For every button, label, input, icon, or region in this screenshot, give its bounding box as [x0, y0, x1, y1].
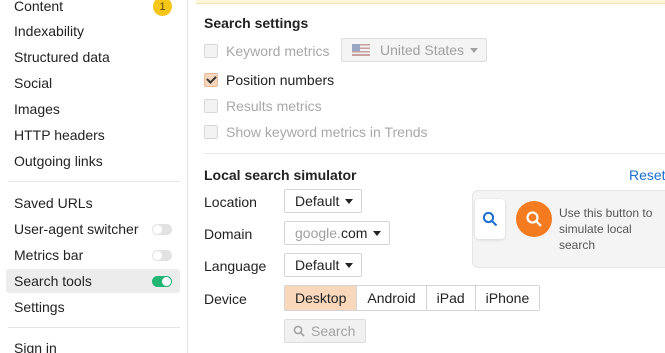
notice-strip: [196, 0, 665, 4]
trends-metrics-option[interactable]: Show keyword metrics in Trends: [204, 124, 428, 140]
section-divider: [204, 153, 665, 154]
search-hint-text: Use this button to simulate local search: [559, 206, 653, 252]
domain-label: Domain: [204, 226, 253, 242]
keyword-metrics-option[interactable]: Keyword metrics: [204, 43, 329, 59]
keyword-metrics-label: Keyword metrics: [226, 43, 330, 59]
sidebar-item-outgoing-links[interactable]: Outgoing links: [6, 149, 180, 173]
metrics-bar-toggle[interactable]: [152, 250, 172, 261]
location-dropdown[interactable]: Default: [284, 189, 363, 213]
sidebar-item-label: Indexability: [14, 23, 85, 39]
sidebar-item-content[interactable]: Content 1: [6, 0, 180, 18]
sidebar-item-label: HTTP headers: [14, 127, 105, 143]
results-metrics-checkbox[interactable]: [204, 99, 218, 113]
language-value: Default: [295, 257, 340, 273]
results-metrics-option[interactable]: Results metrics: [204, 98, 322, 114]
location-label: Location: [204, 194, 257, 210]
results-metrics-label: Results metrics: [226, 98, 322, 114]
sidebar-item-saved-urls[interactable]: Saved URLs: [6, 191, 180, 215]
sidebar-item-label: Social: [14, 75, 53, 91]
sidebar-item-search-tools[interactable]: Search tools: [6, 269, 180, 293]
location-value: Default: [295, 193, 340, 209]
sidebar-item-label: Sign in: [14, 340, 57, 353]
sidebar-item-indexability[interactable]: Indexability: [6, 19, 180, 43]
sidebar-item-user-agent-switcher[interactable]: User-agent switcher: [6, 217, 180, 241]
sidebar-item-settings[interactable]: Settings: [6, 295, 180, 319]
search-settings-title: Search settings: [204, 15, 309, 31]
position-numbers-option[interactable]: Position numbers: [204, 72, 334, 88]
device-option-android[interactable]: Android: [357, 286, 427, 310]
country-select-value: United States: [380, 42, 465, 58]
chevron-down-icon: [345, 262, 354, 268]
sidebar-item-label: Metrics bar: [14, 247, 84, 263]
position-numbers-checkbox[interactable]: [204, 73, 218, 87]
trends-metrics-label: Show keyword metrics in Trends: [226, 124, 428, 140]
search-icon: [482, 211, 498, 227]
search-button[interactable]: Search: [284, 319, 366, 343]
sidebar-item-label: Structured data: [14, 49, 110, 65]
device-label: Device: [204, 291, 247, 307]
device-option-iphone[interactable]: iPhone: [475, 286, 540, 310]
search-tool-button[interactable]: [516, 201, 552, 237]
device-selector: Desktop Android iPad iPhone: [284, 285, 541, 311]
device-option-desktop[interactable]: Desktop: [285, 286, 358, 310]
sidebar-item-label: Saved URLs: [14, 195, 93, 211]
user-agent-switcher-toggle[interactable]: [152, 224, 172, 235]
count-badge: 1: [153, 0, 172, 16]
language-dropdown[interactable]: Default: [284, 253, 363, 277]
device-option-ipad[interactable]: iPad: [426, 286, 476, 310]
language-label: Language: [204, 258, 267, 274]
search-icon: [293, 325, 305, 337]
country-select[interactable]: United States: [341, 38, 487, 62]
sidebar-divider: [8, 327, 180, 328]
search-tools-toggle[interactable]: [152, 276, 172, 287]
sidebar-item-metrics-bar[interactable]: Metrics bar: [6, 243, 180, 267]
sidebar-divider: [8, 181, 180, 182]
sidebar: Content 1 Indexability Structured data S…: [0, 0, 188, 353]
sidebar-item-label: User-agent switcher: [14, 221, 139, 237]
domain-dropdown[interactable]: google. com: [284, 221, 391, 245]
us-flag-icon: [352, 44, 370, 56]
sidebar-item-label: Outgoing links: [14, 153, 103, 169]
sidebar-item-label: Content: [14, 0, 64, 14]
sidebar-item-sign-in[interactable]: Sign in: [6, 336, 180, 353]
sidebar-item-images[interactable]: Images: [6, 97, 180, 121]
sidebar-item-social[interactable]: Social: [6, 71, 180, 95]
search-icon: [526, 211, 542, 227]
chevron-down-icon: [373, 230, 382, 236]
domain-prefix: google.: [295, 225, 341, 241]
position-numbers-label: Position numbers: [226, 72, 335, 88]
domain-value: com: [340, 225, 368, 241]
sidebar-item-label: Settings: [14, 299, 65, 315]
chevron-down-icon: [470, 47, 479, 53]
chevron-down-icon: [345, 198, 354, 204]
search-button-label: Search: [311, 323, 356, 339]
keyword-metrics-checkbox[interactable]: [204, 44, 218, 58]
sidebar-item-http-headers[interactable]: HTTP headers: [6, 123, 180, 147]
trends-metrics-checkbox[interactable]: [204, 125, 218, 139]
sidebar-item-label: Images: [14, 101, 60, 117]
sidebar-item-structured-data[interactable]: Structured data: [6, 45, 180, 69]
sidebar-item-label: Search tools: [14, 273, 92, 289]
local-search-simulator-title: Local search simulator: [204, 167, 357, 183]
search-icon-preview: [475, 199, 505, 239]
reset-link[interactable]: Reset: [629, 167, 665, 183]
